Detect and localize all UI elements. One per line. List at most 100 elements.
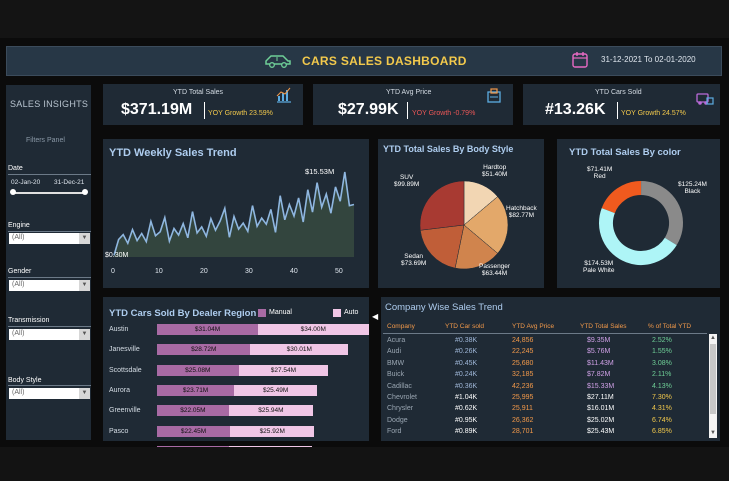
table-cell: $11.43M bbox=[587, 359, 614, 367]
dealer-bars[interactable]: Austin $31.04M $34.00M Janesville $28.72M $30… bbox=[103, 297, 369, 457]
table-cell: #0.45K bbox=[455, 359, 478, 367]
table-row[interactable]: Ford #0.89K 28,701 $25.43M 6.85% bbox=[381, 428, 711, 439]
auto-bar[interactable]: $25.94M bbox=[228, 405, 314, 417]
window-top-strip bbox=[0, 0, 729, 38]
gender-select-value: (All) bbox=[12, 281, 25, 288]
manual-bar[interactable]: $22.45M bbox=[157, 425, 231, 437]
table-cell: Dodge bbox=[387, 416, 408, 424]
table-row[interactable]: Chevrolet #1.04K 25,995 $27.11M 7.30% bbox=[381, 394, 711, 405]
calendar-icon bbox=[572, 52, 588, 68]
table-cell: Audi bbox=[387, 348, 402, 356]
slice-name: Hatchback bbox=[506, 205, 537, 212]
transmission-select[interactable]: (All) ▼ bbox=[9, 329, 90, 340]
auto-bar[interactable]: $27.54M bbox=[238, 364, 329, 376]
slice-value: $125.24M bbox=[678, 181, 707, 188]
table-cell: 1.55% bbox=[652, 348, 672, 356]
table-cell: 25,680 bbox=[512, 359, 534, 367]
chevron-down-icon[interactable]: ▼ bbox=[79, 233, 90, 244]
x-tick: 0 bbox=[111, 268, 115, 275]
table-row[interactable]: Dodge #0.95K 26,362 $25.02M 6.74% bbox=[381, 417, 711, 428]
chevron-down-icon[interactable]: ▼ bbox=[79, 329, 90, 340]
table-scrollbar[interactable]: ▲ ▼ bbox=[709, 334, 717, 438]
slice-value: $82.77M bbox=[508, 212, 534, 219]
slice-name: Red bbox=[593, 173, 606, 180]
manual-bar[interactable]: $23.71M bbox=[157, 384, 235, 396]
body-style-select[interactable]: (All) ▼ bbox=[9, 388, 90, 399]
table-row[interactable]: BMW #0.45K 25,680 $11.43M 3.08% bbox=[381, 360, 711, 371]
manual-bar[interactable]: $25.08M bbox=[157, 364, 239, 376]
chevron-down-icon[interactable]: ▼ bbox=[79, 280, 90, 291]
auto-bar[interactable]: $30.01M bbox=[250, 344, 349, 356]
table-cell: #0.26K bbox=[455, 348, 478, 356]
table-cell: $27.11M bbox=[587, 394, 614, 401]
engine-select[interactable]: (All) ▼ bbox=[9, 233, 90, 244]
table-cell: 4.31% bbox=[652, 405, 672, 413]
car-sold-icon bbox=[696, 93, 714, 105]
table-cell: #0.89K bbox=[455, 428, 478, 436]
auto-bar[interactable]: $25.49M bbox=[234, 384, 318, 396]
kpi-yoy: YOY Growth 24.57% bbox=[621, 110, 686, 117]
chevron-down-icon[interactable]: ▼ bbox=[79, 388, 90, 399]
scroll-up-icon[interactable]: ▲ bbox=[709, 334, 717, 342]
body-style-panel: YTD Total Sales By Body Style SUV $99.89M… bbox=[378, 139, 544, 288]
dealer-region-panel: YTD Cars Sold By Dealer Region Manual Au… bbox=[103, 297, 369, 457]
date-slider-end-handle[interactable] bbox=[82, 189, 88, 195]
weekly-sales-panel: YTD Weekly Sales Trend $15.53M $0.30M 0 … bbox=[103, 139, 369, 288]
auto-bar[interactable]: $25.92M bbox=[230, 425, 315, 437]
divider bbox=[8, 385, 91, 386]
region-label: Greenville bbox=[109, 407, 141, 415]
divider bbox=[407, 102, 408, 119]
collapse-arrow-icon[interactable]: ◀ bbox=[372, 312, 378, 321]
table-cell: $25.43M bbox=[587, 428, 615, 436]
dashboard-title: CARS SALES DASHBOARD bbox=[302, 54, 467, 68]
header-bar: CARS SALES DASHBOARD 31-12-2021 To 02-01… bbox=[6, 46, 722, 76]
date-slider-track[interactable] bbox=[13, 192, 85, 194]
table-cell: 25,911 bbox=[512, 405, 533, 413]
table-row[interactable]: Audi #0.26K 22,245 $5.76M 1.55% bbox=[381, 348, 711, 359]
kpi-value: $27.99K bbox=[338, 101, 399, 118]
slice-name: Sedan bbox=[404, 253, 424, 260]
date-filter-label: Date bbox=[8, 165, 23, 172]
table-row[interactable]: Chrysler #0.62K 25,911 $16.01M 4.31% bbox=[381, 405, 711, 416]
region-label: Aurora bbox=[109, 386, 131, 394]
x-tick: 30 bbox=[245, 268, 253, 275]
manual-bar[interactable]: $22.05M bbox=[157, 405, 229, 417]
manual-bar[interactable]: $28.72M bbox=[157, 344, 251, 356]
gender-select[interactable]: (All) ▼ bbox=[9, 280, 90, 291]
kpi-value: #13.26K bbox=[545, 101, 606, 118]
divider bbox=[204, 102, 205, 119]
region-label: Pasco bbox=[109, 427, 129, 435]
scroll-down-icon[interactable]: ▼ bbox=[709, 429, 717, 437]
x-tick: 10 bbox=[155, 268, 163, 275]
slice-name: Black bbox=[684, 188, 701, 195]
table-row[interactable]: Acura #0.38K 24,856 $9.35M 2.52% bbox=[381, 337, 711, 348]
slice-value: $71.41M bbox=[587, 166, 613, 173]
table-cell: 22,245 bbox=[512, 348, 534, 356]
table-cell: #0.36K bbox=[455, 382, 478, 390]
table-cell: Acura bbox=[387, 337, 406, 344]
kpi-label: YTD Total Sales bbox=[173, 89, 224, 96]
table-cell: 2.11% bbox=[652, 371, 672, 379]
table-cell: $16.01M bbox=[587, 405, 615, 413]
manual-bar[interactable]: $31.04M bbox=[157, 324, 258, 335]
table-row[interactable]: Cadillac #0.36K 42,236 $15.33M 4.13% bbox=[381, 383, 711, 394]
table-row[interactable]: Buick #0.24K 32,185 $7.82M 2.11% bbox=[381, 371, 711, 382]
table-cell: Chrysler bbox=[387, 405, 414, 413]
table-cell: 6.74% bbox=[652, 416, 672, 424]
table-cell: #0.24K bbox=[455, 371, 478, 379]
table-cell: #1.04K bbox=[455, 394, 478, 401]
color-donut-chart[interactable] bbox=[557, 139, 720, 288]
table-cell: #0.38K bbox=[455, 337, 478, 344]
transmission-select-value: (All) bbox=[12, 330, 25, 337]
slice-label-sedan: Sedan $73.69M bbox=[401, 253, 426, 267]
date-start: 02-Jan-20 bbox=[11, 179, 41, 186]
date-slider-start-handle[interactable] bbox=[10, 189, 16, 195]
x-tick: 40 bbox=[290, 268, 298, 275]
auto-bar[interactable]: $34.00M bbox=[258, 324, 369, 335]
scroll-thumb[interactable] bbox=[710, 344, 716, 414]
sidebar-title: SALES INSIGHTS bbox=[10, 99, 89, 109]
weekly-sales-chart[interactable] bbox=[103, 139, 369, 288]
bottom-strip bbox=[0, 447, 729, 481]
kpi-yoy: YOY Growth -0.79% bbox=[412, 110, 476, 117]
kpi-card-avg-price: YTD Avg Price $27.99K YOY Growth -0.79% bbox=[313, 84, 513, 125]
